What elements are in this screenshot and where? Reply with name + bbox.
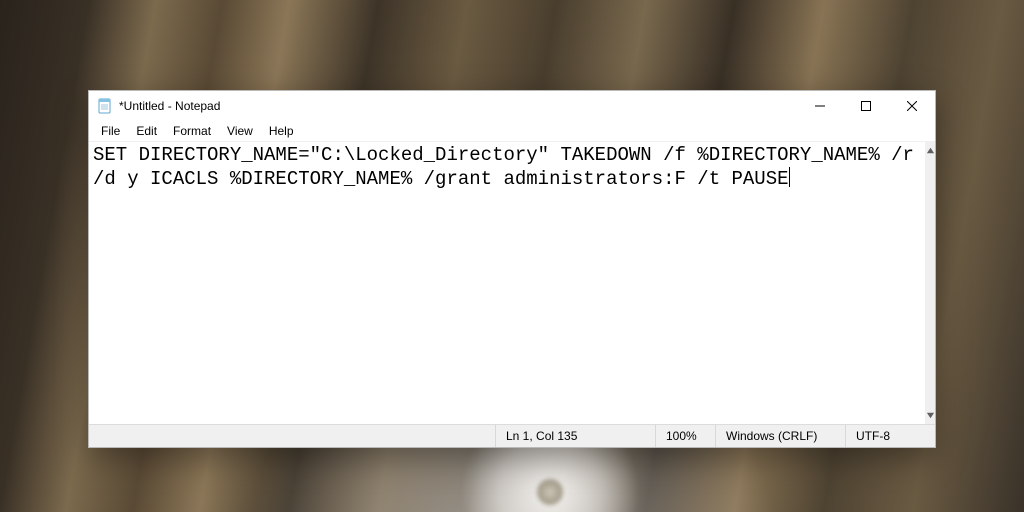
notepad-icon [97, 98, 113, 114]
vertical-scrollbar[interactable] [925, 142, 935, 424]
close-button[interactable] [889, 91, 935, 120]
status-encoding: UTF-8 [845, 425, 935, 447]
status-cursor-position: Ln 1, Col 135 [495, 425, 655, 447]
window-title: *Untitled - Notepad [119, 99, 220, 113]
editor-area: SET DIRECTORY_NAME="C:\Locked_Directory"… [89, 141, 935, 424]
status-bar: Ln 1, Col 135 100% Windows (CRLF) UTF-8 [89, 424, 935, 447]
title-bar[interactable]: *Untitled - Notepad [89, 91, 935, 121]
text-editor[interactable]: SET DIRECTORY_NAME="C:\Locked_Directory"… [89, 142, 925, 424]
status-zoom: 100% [655, 425, 715, 447]
menu-view[interactable]: View [219, 123, 261, 139]
maximize-button[interactable] [843, 91, 889, 120]
scroll-track[interactable] [926, 159, 935, 407]
editor-content: SET DIRECTORY_NAME="C:\Locked_Directory"… [93, 144, 925, 190]
text-caret [789, 167, 790, 187]
notepad-window: *Untitled - Notepad File Edit [88, 90, 936, 448]
status-line-ending: Windows (CRLF) [715, 425, 845, 447]
menu-bar: File Edit Format View Help [89, 121, 935, 141]
desktop-background: *Untitled - Notepad File Edit [0, 0, 1024, 512]
scroll-down-icon[interactable] [926, 407, 935, 424]
minimize-button[interactable] [797, 91, 843, 120]
menu-edit[interactable]: Edit [128, 123, 165, 139]
menu-file[interactable]: File [93, 123, 128, 139]
window-controls [797, 91, 935, 120]
menu-format[interactable]: Format [165, 123, 219, 139]
menu-help[interactable]: Help [261, 123, 302, 139]
status-spacer [89, 425, 495, 447]
scroll-up-icon[interactable] [926, 142, 935, 159]
